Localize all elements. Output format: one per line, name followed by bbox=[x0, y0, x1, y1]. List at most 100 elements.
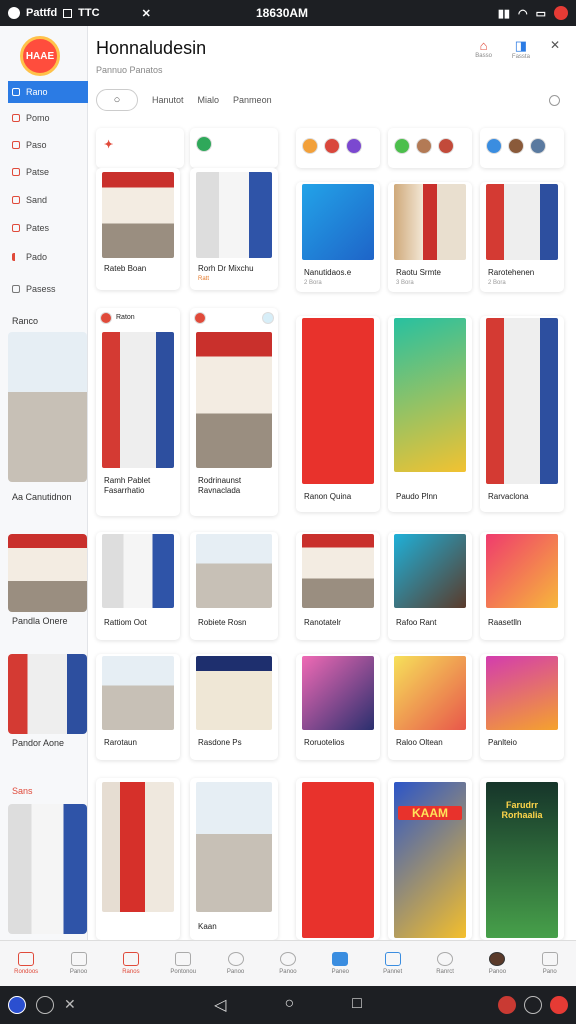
nav-item[interactable]: Pannet bbox=[373, 952, 413, 975]
nav-item[interactable]: Pano bbox=[530, 952, 570, 975]
product-card[interactable]: Rarotaun bbox=[96, 654, 180, 760]
sidebar-item-label: Pomo bbox=[26, 113, 50, 123]
product-card[interactable]: Rattiom Oot bbox=[96, 532, 180, 640]
product-image bbox=[302, 534, 374, 608]
product-card[interactable]: Paudo Plnn bbox=[388, 316, 472, 512]
nav-item[interactable]: Paneo bbox=[320, 952, 360, 975]
product-card[interactable]: Ranon Quina bbox=[296, 316, 380, 512]
nav-label: Pannet bbox=[383, 969, 403, 975]
product-image bbox=[102, 172, 174, 258]
sidebar-thumbnail[interactable] bbox=[8, 332, 87, 482]
sidebar-item-6[interactable]: Pado bbox=[8, 246, 88, 268]
sidebar-thumbnail[interactable] bbox=[8, 534, 87, 612]
product-card[interactable]: Farudrr Rorhaalia bbox=[480, 778, 564, 940]
nav-item[interactable]: Ranrct bbox=[425, 952, 465, 975]
product-image bbox=[302, 656, 374, 730]
nav-item[interactable]: Panoo bbox=[216, 952, 256, 975]
sidebar-thumbnail[interactable] bbox=[8, 654, 87, 734]
search-button[interactable]: ○ bbox=[96, 89, 138, 111]
brand-card[interactable] bbox=[190, 128, 278, 168]
nav-item[interactable]: Panoo bbox=[268, 952, 308, 975]
gift-icon bbox=[122, 952, 139, 966]
product-card[interactable] bbox=[96, 778, 180, 940]
sidebar-item-0[interactable]: Rano bbox=[8, 81, 88, 103]
product-card[interactable]: Rateb Boan bbox=[96, 168, 180, 290]
home-button[interactable]: ⌂ Basso bbox=[475, 38, 492, 59]
tab-3[interactable]: Panmeon bbox=[233, 95, 272, 105]
nav-profile[interactable]: Panoo bbox=[477, 952, 517, 975]
product-card[interactable] bbox=[296, 778, 380, 940]
sidebar-item-7[interactable]: Pasess bbox=[8, 278, 88, 300]
brand-card[interactable]: ✦ bbox=[96, 128, 184, 168]
product-card[interactable]: Raasetlln bbox=[480, 532, 564, 640]
share-icon[interactable] bbox=[262, 312, 274, 324]
settings-icon[interactable] bbox=[524, 996, 542, 1014]
card-title: Nanutidaos.e bbox=[304, 268, 352, 277]
shuffle-icon[interactable]: ✕ bbox=[64, 996, 82, 1014]
avatar-card[interactable] bbox=[388, 128, 472, 168]
poster-title: KAAM bbox=[398, 806, 462, 820]
product-card[interactable]: Panlteio bbox=[480, 654, 564, 760]
sidebar-item-3[interactable]: Patse bbox=[8, 161, 88, 183]
product-card[interactable]: Rarvaclona bbox=[480, 316, 564, 512]
sidebar-thumbnail[interactable] bbox=[8, 804, 87, 934]
product-image bbox=[486, 184, 558, 260]
record-icon[interactable] bbox=[498, 996, 516, 1014]
product-image bbox=[196, 332, 272, 468]
nav-home[interactable]: Rondoos bbox=[6, 952, 46, 975]
product-card[interactable]: Rafoo Rant bbox=[388, 532, 472, 640]
square-icon bbox=[63, 8, 73, 18]
close-icon: ✕ bbox=[549, 38, 560, 52]
tab-2[interactable]: Mialo bbox=[198, 95, 220, 105]
avatar bbox=[438, 138, 454, 154]
recents-icon[interactable]: □ bbox=[352, 995, 362, 1015]
product-card[interactable]: KAAM bbox=[388, 778, 472, 940]
product-card[interactable]: Robiete Rosn bbox=[190, 532, 278, 640]
status-bar: Pattfd TTC ✕ 18630AM ▮▮ ◠ ▭ bbox=[0, 0, 576, 26]
notifications-button[interactable]: ◨ Fassta bbox=[512, 38, 530, 60]
product-image bbox=[102, 332, 174, 468]
product-card[interactable]: Raotu Srmte 3 Bora bbox=[388, 182, 472, 292]
back-icon[interactable]: ◁ bbox=[214, 995, 226, 1015]
folder-icon bbox=[12, 224, 20, 232]
poster-title: Farudrr Rorhaalia bbox=[501, 800, 543, 820]
sidebar-item-5[interactable]: Pates bbox=[8, 217, 88, 239]
product-card[interactable]: Rarotehenen 2 Bora bbox=[480, 182, 564, 292]
product-card[interactable]: Kaan bbox=[190, 778, 278, 940]
avatar-card[interactable] bbox=[480, 128, 564, 168]
product-card[interactable]: Rodrinaunst Ravnaclada bbox=[190, 308, 278, 516]
bar-icon bbox=[12, 253, 20, 261]
product-card[interactable]: Raton Ramh Pablet Fasarrhatio bbox=[96, 308, 180, 516]
home-icon bbox=[18, 952, 35, 966]
sidebar-item-4[interactable]: Sand bbox=[8, 189, 88, 211]
assistant-icon[interactable] bbox=[8, 996, 26, 1014]
avatar-card[interactable] bbox=[296, 128, 380, 168]
close-button[interactable]: ✕ bbox=[550, 38, 560, 52]
info-icon[interactable] bbox=[549, 94, 560, 106]
sidebar-item-2[interactable]: Paso bbox=[8, 134, 88, 156]
status-time: 18630AM bbox=[256, 6, 309, 20]
battery-icon: ▭ bbox=[535, 7, 546, 20]
avatar bbox=[324, 138, 340, 154]
sidebar-item-1[interactable]: Pomo bbox=[8, 107, 88, 129]
product-card[interactable]: Roruotelios bbox=[296, 654, 380, 760]
product-card[interactable]: Rorh Dr Mixchu Ratt bbox=[190, 168, 278, 290]
sidebar: HAAE Rano Pomo Paso Patse Sand Pates Pad… bbox=[0, 26, 88, 940]
tab-1[interactable]: Hanutot bbox=[152, 95, 184, 105]
product-card[interactable]: Raloo Oltean bbox=[388, 654, 472, 760]
avatar bbox=[508, 138, 524, 154]
nav-label: Pontonou bbox=[170, 969, 197, 975]
home-nav-icon[interactable]: ○ bbox=[284, 995, 294, 1015]
product-card[interactable]: Ranotatelr bbox=[296, 532, 380, 640]
nav-item[interactable]: Pontonou bbox=[163, 952, 203, 975]
app-logo[interactable]: HAAE bbox=[20, 36, 60, 76]
product-card[interactable]: Rasdone Ps bbox=[190, 654, 278, 760]
nav-item[interactable]: Ranos bbox=[111, 952, 151, 975]
notification-icon[interactable] bbox=[554, 6, 568, 20]
card-title: Ranotatelr bbox=[304, 618, 341, 627]
refresh-icon[interactable] bbox=[36, 996, 54, 1014]
system-nav-bar: ✕ ◁ ○ □ bbox=[0, 986, 576, 1024]
nav-item[interactable]: Panoo bbox=[59, 952, 99, 975]
product-card[interactable]: Nanutidaos.e 2 Bora bbox=[296, 182, 380, 292]
menu-icon[interactable] bbox=[550, 996, 568, 1014]
